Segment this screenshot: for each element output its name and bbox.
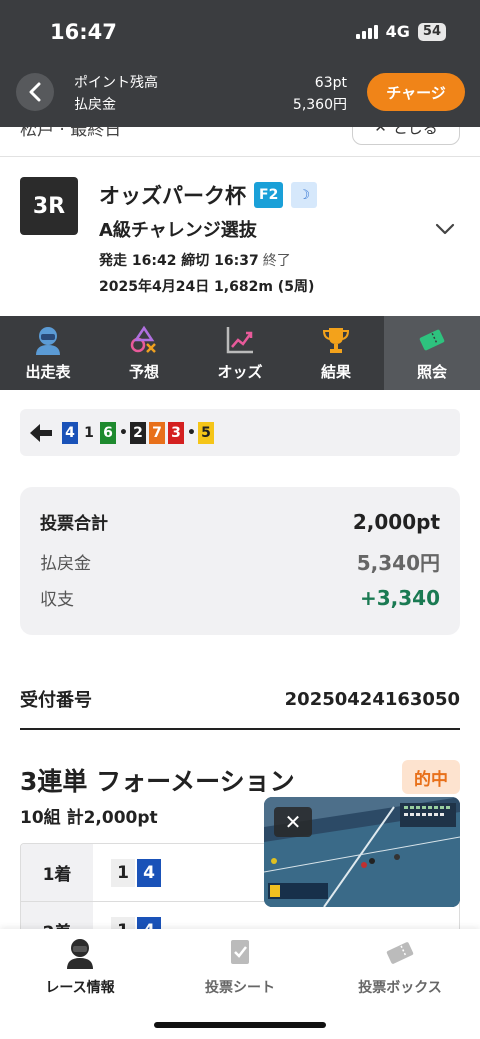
refund-value: 5,360円 [292,97,347,113]
bet-type: 3連単 フォーメーション [20,767,295,796]
balance-labels: ポイント残高 払戻金 [74,72,158,116]
winning-combination: 4 1 6 • 2 7 3 • 5 [20,409,460,456]
tab-label: 予想 [128,362,159,381]
vote-sheet-icon [231,940,249,964]
tab-odds[interactable]: オッズ [192,316,288,390]
divider [20,728,460,730]
receipt-number: 20250424163050 [284,688,460,710]
network-type: 4G [385,22,410,41]
tab-label: 結果 [320,362,351,381]
total-row: 投票合計 2,000pt [40,509,440,535]
bet-count: 10組 計2,000pt [20,808,158,828]
total-label: 投票合計 [40,514,108,534]
grade-badge: F2 [254,182,284,208]
back-button[interactable] [16,73,54,111]
total-value: 2,000pt [352,509,440,534]
points-value: 63pt [314,75,347,91]
tab-inquiry[interactable]: 照会 [384,316,480,390]
nav-label: 投票シート [205,980,275,996]
payout-summary: 投票合計 2,000pt 払戻金 5,340円 収支 +3,340 [20,487,460,635]
odds-chart-icon [226,326,253,353]
combo-separator: • [119,424,128,441]
tab-results[interactable]: 結果 [288,316,384,390]
refund-label: 払戻金 [40,554,91,574]
signal-icon [355,24,378,39]
ticket-icon [419,329,445,350]
racer-icon [36,326,60,355]
battery-icon: 54 [417,22,446,41]
video-player[interactable]: ✕ [264,797,460,907]
tab-entries[interactable]: 出走表 [0,316,96,390]
charge-button[interactable]: チャージ [367,73,465,111]
refund-label: 払戻金 [74,97,116,113]
tab-label: 出走表 [25,362,71,381]
combo-box: 2 [130,421,146,444]
balance-row: 収支 +3,340 [40,585,440,611]
combo-box: 7 [149,421,165,444]
nav-label: 投票ボックス [358,980,442,996]
combo-box: 6 [100,421,116,444]
receipt-label: 受付番号 [20,690,92,711]
combo-box: 4 [62,421,78,444]
refund-row: 払戻金 5,340円 [40,547,440,576]
hit-badge: 的中 [402,760,460,794]
receipt-row: 受付番号 20250424163050 [20,686,460,712]
tab-prediction[interactable]: 予想 [96,316,192,390]
nav-race-info[interactable]: レース情報 [0,937,160,997]
prediction-icon [130,325,156,353]
selected-numbers: 1 4 [93,844,161,901]
balance-label: 収支 [40,590,74,610]
home-indicator[interactable] [154,1022,326,1028]
number-box: 4 [137,858,161,887]
race-status: 終了 [262,253,291,269]
combo-separator: • [187,424,196,441]
chevron-left-icon [29,82,41,102]
nav-vote-sheet[interactable]: 投票シート [160,937,320,997]
points-label: ポイント残高 [74,75,158,91]
race-subtitle: A級チャレンジ選抜 [99,220,257,241]
race-title-row: オッズパーク杯 F2 ☽ [99,180,318,210]
tab-label: オッズ [217,362,263,381]
venue-row: 松戸 · 最終日 ✕ とじる [0,127,480,157]
status-time: 16:47 [50,20,117,44]
race-title: オッズパーク杯 [99,184,246,208]
status-indicators: 4G 54 [355,22,446,41]
race-number: 3R [20,177,78,235]
racer-icon [67,939,93,969]
trophy-icon [322,327,350,353]
vote-box-icon [386,942,414,964]
nav-label: レース情報 [45,980,115,996]
nav-vote-box[interactable]: 投票ボックス [320,937,480,997]
balance-value: +3,340 [359,585,440,610]
number-box: 1 [111,858,135,887]
balance-values: 63pt 5,360円 [293,72,347,116]
close-button-label: とじる [392,127,438,137]
venue-label: 松戸 · 最終日 [20,127,122,140]
race-tabs: 出走表 予想 オッズ 結果 照会 [0,316,480,390]
tab-label: 照会 [416,362,447,381]
refund-value: 5,340円 [356,551,440,575]
video-close-button[interactable]: ✕ [274,807,312,837]
combo-box: 1 [81,421,97,444]
moon-icon: ☽ [291,182,318,208]
arrow-left-icon [30,423,52,442]
close-button[interactable]: ✕ とじる [352,127,460,145]
combo-box: 3 [168,421,184,444]
race-times: 発走 16:42 締切 16:37 終了 [99,250,291,270]
close-icon: ✕ [374,127,387,136]
race-date: 2025年4月24日 1,682m (5周) [99,279,315,295]
app-header: 16:47 4G 54 ポイント残高 払戻金 63pt 5,360円 チャージ [0,0,480,127]
race-times-text: 発走 16:42 締切 16:37 [99,253,259,269]
combo-box: 5 [198,421,214,444]
place-label: 1着 [21,844,93,901]
chevron-down-icon[interactable] [434,222,456,236]
